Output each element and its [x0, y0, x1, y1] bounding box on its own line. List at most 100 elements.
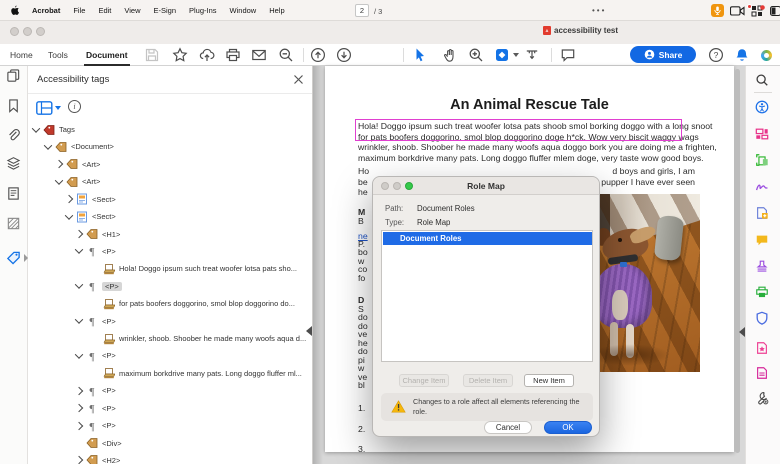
- page-display-icon[interactable]: [494, 47, 510, 63]
- nav-up-icon[interactable]: [310, 47, 326, 63]
- create-pdf-icon[interactable]: [755, 206, 769, 220]
- dialog-close-button[interactable]: [381, 182, 389, 190]
- tag-options-icon[interactable]: [36, 100, 61, 115]
- window-zoom-button[interactable]: [36, 27, 45, 36]
- hand-tool-icon[interactable]: [442, 47, 458, 63]
- expander-right-icon[interactable]: [74, 386, 84, 396]
- share-button[interactable]: Share: [630, 46, 696, 63]
- menu-plugins[interactable]: Plug-Ins: [189, 6, 217, 15]
- cloud-upload-icon[interactable]: [199, 47, 215, 63]
- tag-tree-row[interactable]: <Div>: [76, 435, 122, 452]
- tag-label[interactable]: <P>: [102, 421, 116, 430]
- notifications-icon[interactable]: [734, 47, 750, 63]
- comment-icon[interactable]: [560, 47, 576, 63]
- new-item-button[interactable]: New Item: [524, 374, 574, 387]
- menu-window[interactable]: Window: [230, 6, 257, 15]
- apple-menu-icon[interactable]: [10, 5, 19, 16]
- tag-tree-row[interactable]: <Art>: [54, 173, 100, 190]
- print-icon[interactable]: [225, 47, 241, 63]
- tag-label[interactable]: <P>: [102, 317, 116, 326]
- nav-down-icon[interactable]: [336, 47, 352, 63]
- more-options-button[interactable]: •••: [592, 6, 606, 15]
- ai-assistant-icon[interactable]: [761, 50, 772, 61]
- help-icon[interactable]: ?: [708, 47, 724, 63]
- tag-label[interactable]: <Div>: [102, 439, 122, 448]
- more-tools-icon[interactable]: [755, 391, 769, 405]
- tag-tree-row[interactable]: <Document>: [43, 138, 114, 155]
- window-minimize-button[interactable]: [23, 27, 32, 36]
- protect-icon[interactable]: [755, 311, 769, 325]
- info-icon[interactable]: i: [68, 100, 81, 113]
- collapse-left-panel-handle[interactable]: [306, 326, 312, 336]
- expander-down-icon[interactable]: [74, 280, 84, 290]
- tag-tree-row[interactable]: <Art>: [54, 156, 100, 173]
- expander-right-icon[interactable]: [74, 421, 84, 430]
- camera-icon[interactable]: [730, 6, 745, 16]
- tag-tree-row[interactable]: Tags: [31, 121, 75, 138]
- reading-order-icon[interactable]: [6, 216, 21, 231]
- tag-tree-row[interactable]: ¶ <P>: [74, 278, 122, 295]
- tag-label[interactable]: Tags: [59, 125, 75, 134]
- menu-acrobat[interactable]: Acrobat: [32, 6, 60, 15]
- expander-down-icon[interactable]: [74, 315, 84, 324]
- expander-down-icon[interactable]: [74, 245, 84, 255]
- window-close-button[interactable]: [10, 27, 19, 36]
- accessibility-tags-icon[interactable]: [6, 250, 21, 265]
- microphone-icon[interactable]: [711, 4, 724, 17]
- role-list-item-selected[interactable]: Document Roles: [383, 232, 592, 245]
- tag-tree-row[interactable]: <H1>: [74, 226, 120, 243]
- tag-label[interactable]: Hola! Doggo ipsum such treat woofer lots…: [119, 264, 297, 273]
- menu-view[interactable]: View: [124, 6, 140, 15]
- page-thumbnails-icon[interactable]: [6, 68, 21, 83]
- menu-file[interactable]: File: [73, 6, 85, 15]
- layers-icon[interactable]: [6, 156, 21, 171]
- stamp-icon[interactable]: [755, 259, 769, 273]
- expander-down-icon[interactable]: [31, 123, 41, 133]
- tag-label[interactable]: <H2>: [102, 456, 120, 464]
- tag-tree-row[interactable]: ¶ <P>: [74, 382, 116, 399]
- page-number-input[interactable]: 2: [355, 4, 369, 17]
- tag-label[interactable]: <H1>: [102, 230, 120, 239]
- tag-label[interactable]: <P>: [102, 351, 116, 360]
- tag-tree-row[interactable]: <Sect>: [64, 208, 116, 225]
- tag-label[interactable]: <P>: [102, 386, 116, 395]
- tag-tree-row[interactable]: Hola! Doggo ipsum such treat woofer lots…: [93, 260, 297, 277]
- expander-down-icon[interactable]: [43, 141, 53, 150]
- tab-document[interactable]: Document: [84, 44, 130, 66]
- search-icon[interactable]: [755, 73, 769, 87]
- tag-label[interactable]: <P>: [102, 404, 116, 413]
- tag-label[interactable]: for pats boofers doggorino, smol blop do…: [119, 299, 295, 308]
- tag-tree-row[interactable]: maximum borkdrive many pats. Long doggo …: [93, 365, 302, 382]
- tag-label[interactable]: wrinkler, shoob. Shoober he made many wo…: [119, 334, 306, 343]
- dialog-zoom-button[interactable]: [405, 182, 413, 190]
- dialog-minimize-button[interactable]: [393, 182, 401, 190]
- expander-right-icon[interactable]: [74, 403, 84, 413]
- menu-help[interactable]: Help: [269, 6, 284, 15]
- marquee-zoom-icon[interactable]: [524, 47, 540, 63]
- tag-tree-row[interactable]: ¶ <P>: [74, 400, 116, 417]
- page-display-caret-icon[interactable]: [513, 53, 519, 57]
- tab-tools[interactable]: Tools: [48, 44, 68, 66]
- close-panel-icon[interactable]: [293, 74, 304, 85]
- save-icon[interactable]: [144, 47, 160, 63]
- menu-esign[interactable]: E-Sign: [154, 6, 177, 15]
- email-icon[interactable]: [251, 47, 267, 63]
- expander-down-icon[interactable]: [64, 210, 74, 220]
- tag-tree-row[interactable]: wrinkler, shoob. Shoober he made many wo…: [93, 330, 306, 347]
- bookmarks-icon[interactable]: [6, 98, 21, 113]
- tag-label[interactable]: <Sect>: [92, 195, 116, 204]
- menu-edit[interactable]: Edit: [98, 6, 111, 15]
- tag-tree-row[interactable]: <H2>: [74, 452, 120, 464]
- scan-ocr-icon[interactable]: [755, 366, 769, 380]
- content-panel-icon[interactable]: [6, 186, 21, 201]
- edit-pdf-icon[interactable]: [755, 153, 769, 167]
- zoom-out-icon[interactable]: [278, 47, 294, 63]
- screen-control-icon[interactable]: [770, 6, 780, 16]
- zoom-in-icon[interactable]: [468, 47, 484, 63]
- organize-pages-icon[interactable]: [755, 127, 769, 141]
- expander-right-icon[interactable]: [64, 194, 74, 204]
- vertical-scrollbar[interactable]: [735, 69, 740, 453]
- tag-tree-row[interactable]: ¶ <P>: [74, 347, 116, 364]
- print-production-icon[interactable]: [755, 285, 769, 299]
- expander-down-icon[interactable]: [54, 176, 64, 185]
